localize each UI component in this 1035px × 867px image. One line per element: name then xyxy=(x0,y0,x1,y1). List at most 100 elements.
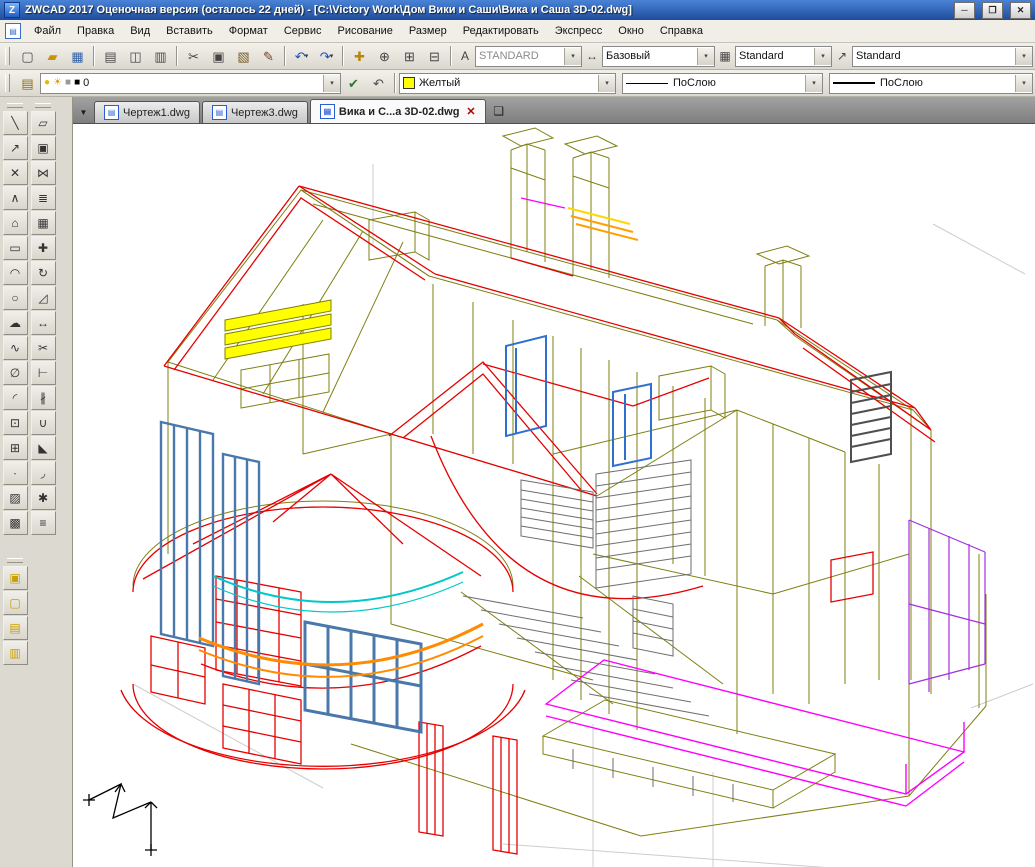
chevron-down-icon[interactable]: ▾ xyxy=(598,75,615,92)
chevron-down-icon[interactable]: ▾ xyxy=(323,75,340,92)
toolbar-grip[interactable] xyxy=(5,74,10,92)
table-style-combo[interactable]: Standard ▾ xyxy=(735,46,832,67)
stretch-button[interactable]: ↔ xyxy=(31,311,56,335)
redo-button[interactable]: ↷▾ xyxy=(314,44,339,68)
hatch-button[interactable]: ▨ xyxy=(3,486,28,510)
menu-item-Правка[interactable]: Правка xyxy=(69,22,122,40)
rotate-button[interactable]: ↻ xyxy=(31,261,56,285)
color-combo[interactable]: Желтый ▾ xyxy=(399,73,616,94)
pan-button[interactable]: ✚ xyxy=(347,44,372,68)
tab-close-icon[interactable]: ✕ xyxy=(466,105,475,118)
paste-button[interactable]: ▧ xyxy=(231,44,256,68)
ray-button[interactable]: ↗ xyxy=(3,136,28,160)
erase-button[interactable]: ▱ xyxy=(31,111,56,135)
menu-item-Вид[interactable]: Вид xyxy=(122,22,158,40)
save-button[interactable]: ▦ xyxy=(65,44,90,68)
toolbar-grip[interactable] xyxy=(5,47,10,65)
lineweight-combo[interactable]: ПоСлою ▾ xyxy=(829,73,1033,94)
match-properties-button[interactable]: ✎ xyxy=(256,44,281,68)
toolbar-grip[interactable] xyxy=(7,103,23,108)
open-button[interactable]: ▰ xyxy=(40,44,65,68)
menu-item-Файл[interactable]: Файл xyxy=(26,22,69,40)
chevron-down-icon[interactable]: ▾ xyxy=(805,75,822,92)
menu-item-Вставить[interactable]: Вставить xyxy=(158,22,221,40)
menu-item-Рисование[interactable]: Рисование xyxy=(330,22,401,40)
offset-button[interactable]: ≣ xyxy=(31,186,56,210)
copy-button[interactable]: ▣ xyxy=(206,44,231,68)
new-document-tab-button[interactable]: ❏ xyxy=(490,102,508,120)
gradient-button[interactable]: ▩ xyxy=(3,511,28,535)
spline-button[interactable]: ∿ xyxy=(3,336,28,360)
insert-block-button[interactable]: ⊡ xyxy=(3,411,28,435)
ellipse-button[interactable]: ∅ xyxy=(3,361,28,385)
make-block-button[interactable]: ⊞ xyxy=(3,436,28,460)
rectangle-button[interactable]: ▭ xyxy=(3,236,28,260)
zoom-window-button[interactable]: ⊞ xyxy=(397,44,422,68)
array-button[interactable]: ▦ xyxy=(31,211,56,235)
chevron-down-icon[interactable]: ▾ xyxy=(305,52,309,60)
chevron-down-icon[interactable]: ▾ xyxy=(330,52,334,60)
layer-off-button[interactable]: ▢ xyxy=(3,591,28,615)
line-button[interactable]: ╲ xyxy=(3,111,28,135)
document-tab[interactable]: ▤Чертеж3.dwg xyxy=(202,101,308,123)
copy-object-button[interactable]: ▣ xyxy=(31,136,56,160)
chevron-down-icon[interactable]: ▾ xyxy=(697,48,714,65)
menu-item-Экспресс[interactable]: Экспресс xyxy=(547,22,611,40)
polyline-button[interactable]: ∧ xyxy=(3,186,28,210)
trim-button[interactable]: ✂ xyxy=(31,336,56,360)
maximize-button[interactable]: ❐ xyxy=(982,2,1003,19)
chevron-down-icon[interactable]: ▾ xyxy=(564,48,581,65)
make-object-layer-current-button[interactable]: ✔ xyxy=(341,71,366,95)
ellipse-arc-button[interactable]: ◜ xyxy=(3,386,28,410)
linetype-combo[interactable]: ПоСлою ▾ xyxy=(622,73,823,94)
toolbar-grip[interactable] xyxy=(35,103,51,108)
arc-button[interactable]: ◠ xyxy=(3,261,28,285)
layer-properties-button[interactable]: ▤ xyxy=(15,71,40,95)
chamfer-button[interactable]: ◣ xyxy=(31,436,56,460)
layer-combo[interactable]: ●☀■■ 0 ▾ xyxy=(40,73,341,94)
publish-button[interactable]: ▥ xyxy=(148,44,173,68)
drawing-canvas[interactable] xyxy=(73,124,1035,867)
undo-button[interactable]: ↶▾ xyxy=(289,44,314,68)
chevron-down-icon[interactable]: ▾ xyxy=(814,48,831,65)
extend-button[interactable]: ⊢ xyxy=(31,361,56,385)
construction-line-button[interactable]: ✕ xyxy=(3,161,28,185)
tab-list-dropdown-button[interactable]: ▼ xyxy=(76,104,91,120)
point-button[interactable]: ∙ xyxy=(3,461,28,485)
document-tab[interactable]: ▤Вика и С...а 3D-02.dwg✕ xyxy=(310,99,486,123)
explode-button[interactable]: ✱ xyxy=(31,486,56,510)
cut-button[interactable]: ✂ xyxy=(181,44,206,68)
dim-style-combo[interactable]: Базовый ▾ xyxy=(602,46,715,67)
document-tab[interactable]: ▤Чертеж1.dwg xyxy=(94,101,200,123)
mleader-style-combo[interactable]: Standard ▾ xyxy=(852,46,1033,67)
join-button[interactable]: ∪ xyxy=(31,411,56,435)
print-preview-button[interactable]: ◫ xyxy=(123,44,148,68)
close-button[interactable]: ✕ xyxy=(1010,2,1031,19)
menu-item-Формат[interactable]: Формат xyxy=(221,22,276,40)
layer-isolate-button[interactable]: ▣ xyxy=(3,566,28,590)
zoom-previous-button[interactable]: ⊟ xyxy=(422,44,447,68)
chevron-down-icon[interactable]: ▾ xyxy=(1015,75,1032,92)
text-style-combo[interactable]: STANDARD ▾ xyxy=(475,46,582,67)
minimize-button[interactable]: ─ xyxy=(954,2,975,19)
chevron-down-icon[interactable]: ▾ xyxy=(1015,48,1032,65)
document-icon[interactable]: ▤ xyxy=(5,23,21,39)
properties-button[interactable]: ≡ xyxy=(31,511,56,535)
break-button[interactable]: ∦ xyxy=(31,386,56,410)
layer-freeze-button[interactable]: ▤ xyxy=(3,616,28,640)
new-button[interactable]: ▢ xyxy=(15,44,40,68)
scale-button[interactable]: ◿ xyxy=(31,286,56,310)
toolbar-grip[interactable] xyxy=(7,558,23,563)
circle-button[interactable]: ○ xyxy=(3,286,28,310)
layer-previous-button[interactable]: ↶ xyxy=(366,71,391,95)
zoom-realtime-button[interactable]: ⊕ xyxy=(372,44,397,68)
menu-item-Окно[interactable]: Окно xyxy=(610,22,652,40)
fillet-button[interactable]: ◞ xyxy=(31,461,56,485)
menu-item-Справка[interactable]: Справка xyxy=(652,22,711,40)
menu-item-Размер[interactable]: Размер xyxy=(401,22,455,40)
layer-lock-button[interactable]: ▥ xyxy=(3,641,28,665)
revcloud-button[interactable]: ☁ xyxy=(3,311,28,335)
menu-item-Сервис[interactable]: Сервис xyxy=(276,22,330,40)
menu-item-Редактировать[interactable]: Редактировать xyxy=(455,22,547,40)
move-button[interactable]: ✚ xyxy=(31,236,56,260)
